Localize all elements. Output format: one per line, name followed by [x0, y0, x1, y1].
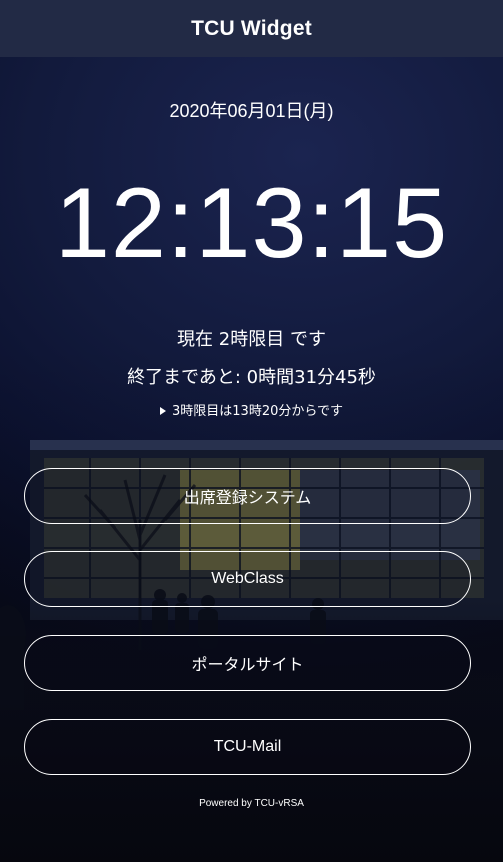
app-title: TCU Widget — [191, 16, 312, 40]
webclass-button[interactable]: WebClass — [24, 551, 471, 607]
portal-site-button[interactable]: ポータルサイト — [24, 635, 471, 691]
attendance-system-button[interactable]: 出席登録システム — [24, 468, 471, 524]
current-period: 現在 2時限目 です — [177, 329, 326, 350]
powered-by-footer: Powered by TCU-vRSA — [199, 798, 304, 809]
next-period-info: 3時限目は13時20分からです — [0, 400, 503, 419]
widget-content: 2020年06月01日(月) 12:13:15 現在 2時限目 です 終了まであ… — [0, 57, 503, 862]
digital-clock: 12:13:15 — [54, 167, 449, 278]
next-period-text: 3時限目は13時20分からです — [172, 404, 343, 419]
tcu-mail-label: TCU-Mail — [213, 738, 282, 755]
title-bar: TCU Widget — [0, 0, 503, 57]
webclass-label: WebClass — [211, 570, 284, 587]
portal-site-label: ポータルサイト — [191, 657, 304, 674]
time-remaining: 終了まであと: 0時間31分45秒 — [127, 367, 376, 388]
current-date: 2020年06月01日(月) — [169, 101, 334, 121]
attendance-system-label: 出席登録システム — [183, 490, 312, 507]
triangle-right-icon — [160, 406, 167, 415]
tcu-mail-button[interactable]: TCU-Mail — [24, 719, 471, 775]
